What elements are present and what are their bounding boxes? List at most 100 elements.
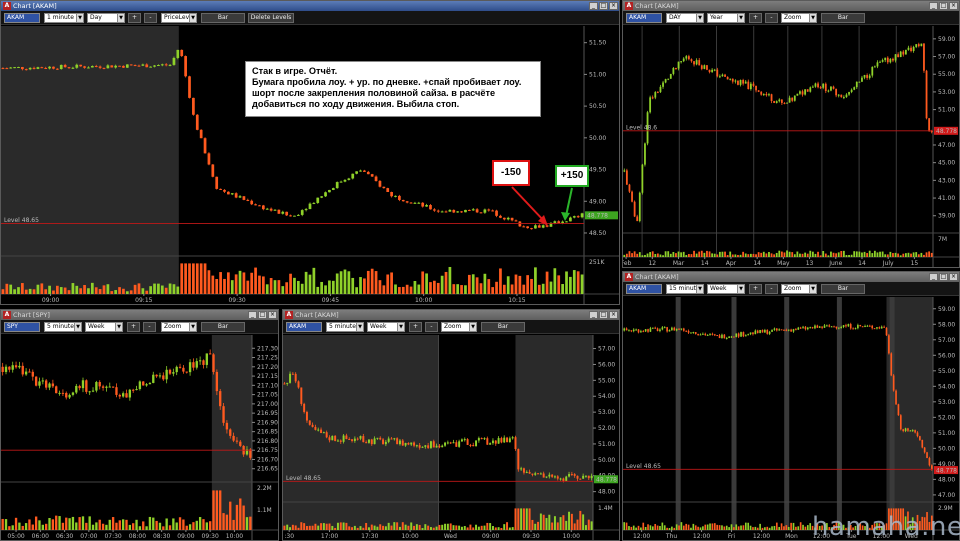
close-icon[interactable]: × [609,311,618,319]
maximize-icon[interactable]: □ [939,273,948,281]
zoom-out-button[interactable]: - [425,322,438,332]
chart-plot-area[interactable]: 57.00 56.00 55.00 54.00 53.00 52.00 51.00 50.00… [283,335,619,540]
bar-button[interactable]: Bar [481,322,525,332]
interval-value: 5 minutes [47,323,78,330]
symbol-input[interactable]: AKAM [286,322,322,332]
close-icon[interactable]: × [609,2,618,10]
maximize-icon[interactable]: □ [599,2,608,10]
candle-body [269,208,273,211]
maximize-icon[interactable]: □ [599,311,608,319]
price-chart[interactable]: 57.00 56.00 55.00 54.00 53.00 52.00 51.00 50.00… [283,335,619,540]
chart-window-akam-5min[interactable]: A Chart [AKAM] _ □ × AKAM 5 minutes ▼ Week ▼… [282,309,620,541]
minimize-icon[interactable]: _ [248,311,257,319]
symbol-input[interactable]: AKAM [4,13,40,23]
interval-select[interactable]: 1 minute ▼ [44,13,84,23]
chevron-down-icon[interactable]: ▼ [809,285,816,293]
volume-bar [713,523,716,530]
chart-window-spy-5min[interactable]: A Chart [SPY] _ □ × SPY 5 minutes ▼ Week ▼ +… [0,309,279,541]
zoom-in-button[interactable]: + [749,284,762,294]
candle-body [1,68,5,70]
interval-select[interactable]: 15 minutes ▼ [666,284,704,294]
chevron-down-icon[interactable]: ▼ [737,14,744,22]
zoom-out-button[interactable]: - [765,284,778,294]
delete-levels-button[interactable]: Delete Levels [248,13,294,23]
window-titlebar[interactable]: A Chart [AKAM] _ □ × [1,1,619,11]
zoom-in-button[interactable]: + [127,322,140,332]
close-icon[interactable]: × [949,2,958,10]
range-select[interactable]: Week ▼ [367,322,405,332]
interval-select[interactable]: 5 minutes ▼ [44,322,82,332]
maximize-icon[interactable]: □ [939,2,948,10]
minimize-icon[interactable]: _ [929,2,938,10]
price-chart[interactable]: 59.00 58.00 57.00 56.00 55.00 54.00 53.00 52.00… [623,297,959,540]
interval-select[interactable]: DAY ▼ [666,13,704,23]
range-select[interactable]: Year ▼ [707,13,745,23]
window-titlebar[interactable]: A Chart [AKAM] _ □ × [623,272,959,282]
zoom-in-button[interactable]: + [749,13,762,23]
chevron-down-icon[interactable]: ▼ [356,323,363,331]
chevron-down-icon[interactable]: ▼ [189,14,196,22]
price-chart[interactable]: 59.00 57.00 55.00 53.00 51.00 47.00 45.00 43.00… [623,26,959,267]
minimize-icon[interactable]: _ [589,2,598,10]
zoom-out-button[interactable]: - [765,13,778,23]
chevron-down-icon[interactable]: ▼ [737,285,744,293]
chevron-down-icon[interactable]: ▼ [397,323,404,331]
volume-bar [549,281,553,294]
chevron-down-icon[interactable]: ▼ [76,14,83,22]
range-select[interactable]: Week ▼ [707,284,745,294]
volume-bar [363,278,366,294]
zoom-select[interactable]: Zoom ▼ [781,13,817,23]
maximize-icon[interactable]: □ [258,311,267,319]
window-titlebar[interactable]: A Chart [AKAM] _ □ × [283,310,619,320]
volume-bar [78,517,81,530]
chevron-down-icon[interactable]: ▼ [696,14,703,22]
price-chart[interactable]: 217.30 217.25 217.20 217.15 217.10 217.05 217.… [1,335,278,540]
minimize-icon[interactable]: _ [929,273,938,281]
zoom-select[interactable]: Zoom ▼ [161,322,197,332]
bar-button[interactable]: Bar [201,13,245,23]
symbol-input[interactable]: AKAM [626,284,662,294]
volume-bar [122,288,125,294]
chevron-down-icon[interactable]: ▼ [74,323,81,331]
candle-body [122,65,125,68]
minimize-icon[interactable]: _ [589,311,598,319]
bar-button[interactable]: Bar [201,322,245,332]
chevron-down-icon[interactable]: ▼ [115,323,122,331]
chart-plot-area[interactable]: 217.30 217.25 217.20 217.15 217.10 217.05 217.… [1,335,278,540]
chart-window-akam-1min[interactable]: A Chart [AKAM] _ □ × AKAM 1 minute ▼ Day ▼ +… [0,0,620,305]
volume-bar [570,513,573,530]
chevron-down-icon[interactable]: ▼ [696,285,703,293]
zoom-select[interactable]: Zoom ▼ [441,322,477,332]
chart-window-akam-daily[interactable]: A Chart [AKAM] _ □ × AKAM DAY ▼ Year ▼ + - Z… [622,0,960,268]
app-icon: A [625,2,633,10]
volume-bar [111,517,115,530]
close-icon[interactable]: × [949,273,958,281]
candle-body [735,333,738,338]
zoom-select[interactable]: Zoom ▼ [781,284,817,294]
candle-body [494,440,497,444]
window-titlebar[interactable]: A Chart [SPY] _ □ × [1,310,278,320]
chevron-down-icon[interactable]: ▼ [117,14,124,22]
chevron-down-icon[interactable]: ▼ [189,323,196,331]
zoom-out-button[interactable]: - [144,13,157,23]
range-select[interactable]: Day ▼ [87,13,125,23]
volume-bar [832,252,835,257]
chevron-down-icon[interactable]: ▼ [809,14,816,22]
close-icon[interactable]: × [268,311,277,319]
zoom-in-button[interactable]: + [409,322,422,332]
chart-plot-area[interactable]: 59.00 58.00 57.00 56.00 55.00 54.00 53.00 52.00… [623,297,959,540]
interval-select[interactable]: 5 minutes ▼ [326,322,364,332]
symbol-input[interactable]: AKAM [626,13,662,23]
level-mode-select[interactable]: PriceLevel ▼ [161,13,197,23]
symbol-input[interactable]: SPY [4,322,40,332]
range-select[interactable]: Week ▼ [85,322,123,332]
zoom-out-button[interactable]: - [143,322,156,332]
chart-plot-area[interactable]: 59.00 57.00 55.00 53.00 51.00 47.00 45.00 43.00… [623,26,959,267]
bar-button[interactable]: Bar [821,13,865,23]
zoom-in-button[interactable]: + [128,13,141,23]
chart-window-akam-15min[interactable]: A Chart [AKAM] _ □ × AKAM 15 minutes ▼ Week… [622,271,960,541]
candle-body [740,332,742,337]
window-titlebar[interactable]: A Chart [AKAM] _ □ × [623,1,959,11]
chevron-down-icon[interactable]: ▼ [469,323,476,331]
bar-button[interactable]: Bar [821,284,865,294]
